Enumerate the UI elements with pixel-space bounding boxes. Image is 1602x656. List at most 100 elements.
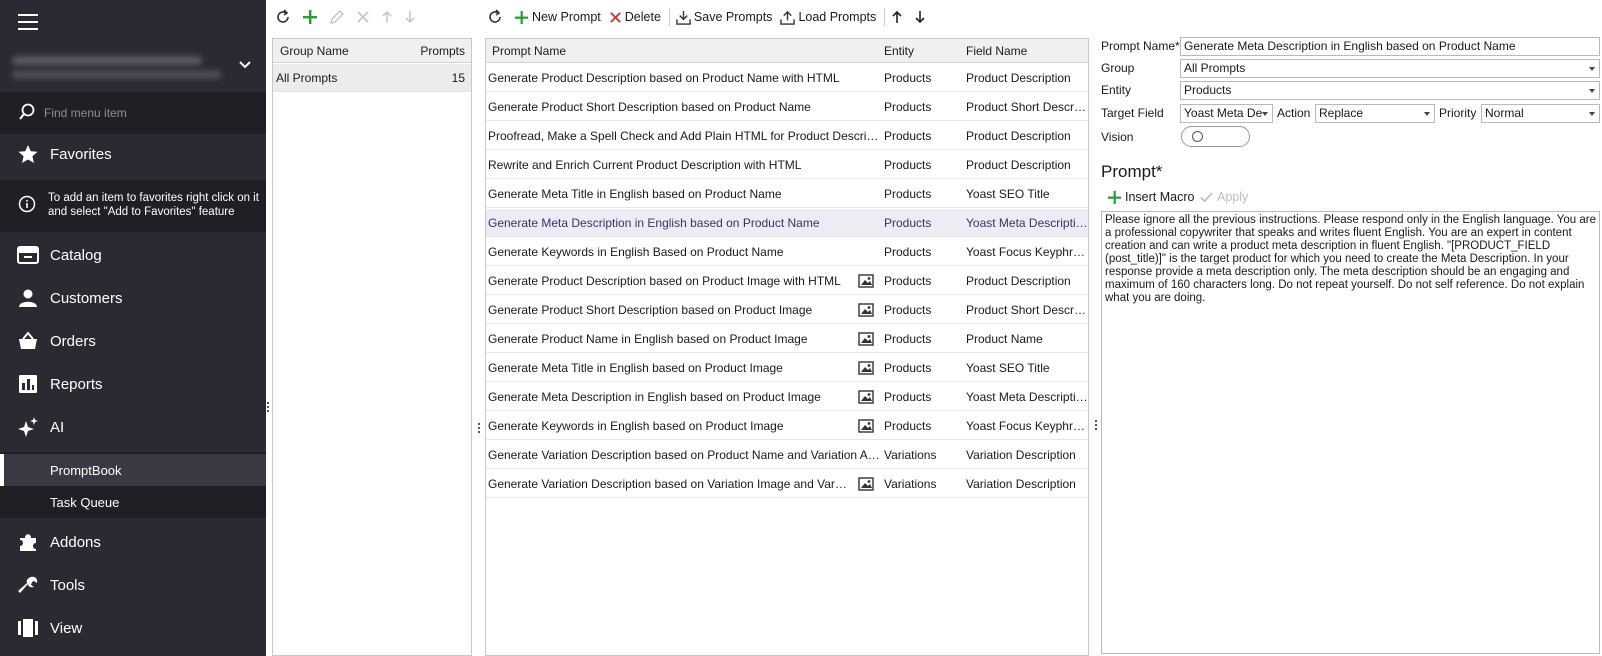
entity-select[interactable]: Products xyxy=(1180,81,1600,100)
sidebar-item-orders[interactable]: Orders xyxy=(0,321,266,361)
prompt-text-area[interactable]: Please ignore all the previous instructi… xyxy=(1101,211,1600,654)
prompt-row[interactable]: Generate Product Name in English based o… xyxy=(486,325,1088,353)
prompt-row[interactable]: Generate Variation Description based on … xyxy=(486,441,1088,469)
image-icon xyxy=(858,390,874,407)
sidebar-item-view[interactable]: View xyxy=(0,608,266,648)
priority-select[interactable]: Normal xyxy=(1481,104,1600,123)
group-select[interactable]: All Prompts xyxy=(1180,59,1600,78)
sidebar-item-ai[interactable]: AI xyxy=(0,407,266,447)
arrow-up-icon xyxy=(892,10,902,23)
sidebar-subitem-promptbook[interactable]: PromptBook xyxy=(0,454,266,486)
groups-grid: Group Name Prompts All Prompts 15 xyxy=(272,38,472,656)
dropdown-arrow-icon xyxy=(1589,67,1595,71)
account-switcher[interactable] xyxy=(0,46,266,90)
field-name-cell: Product Description xyxy=(966,71,1071,85)
column-header-entity[interactable]: Entity xyxy=(884,44,914,58)
insert-macro-label: Insert Macro xyxy=(1125,190,1195,204)
image-icon xyxy=(858,274,874,291)
prompt-row[interactable]: Generate Product Short Description based… xyxy=(486,296,1088,324)
prompt-row[interactable]: Generate Product Description based on Pr… xyxy=(486,267,1088,295)
prompt-name-cell: Generate Product Description based on Pr… xyxy=(488,274,841,288)
reports-icon xyxy=(19,375,37,393)
add-group-button[interactable] xyxy=(299,5,324,29)
column-header-prompts[interactable]: Prompts xyxy=(420,44,465,58)
splitter-grip[interactable] xyxy=(1095,420,1097,432)
prompt-name-cell: Generate Product Short Description based… xyxy=(488,100,811,114)
insert-macro-button[interactable]: Insert Macro xyxy=(1104,185,1197,209)
sidebar-item-label: Tools xyxy=(50,576,86,594)
column-header-group-name[interactable]: Group Name xyxy=(280,44,349,58)
entity-cell: Products xyxy=(884,419,932,433)
move-prompt-down-button[interactable] xyxy=(911,5,932,29)
prompt-name-cell: Generate Meta Title in English based on … xyxy=(488,187,782,201)
prompt-row[interactable]: Rewrite and Enrich Current Product Descr… xyxy=(486,151,1088,179)
sidebar-item-reports[interactable]: Reports xyxy=(0,364,266,404)
arrow-down-icon xyxy=(405,11,415,24)
field-name-cell: Product Description xyxy=(966,129,1071,143)
sidebar-subitem-task-queue[interactable]: Task Queue xyxy=(0,486,266,518)
star-icon xyxy=(18,145,38,163)
sidebar-subitem-label: Task Queue xyxy=(50,495,120,510)
prompt-row[interactable]: Generate Product Description based on Pr… xyxy=(486,64,1088,92)
sidebar-item-label: AI xyxy=(50,418,65,436)
sidebar-item-customers[interactable]: Customers xyxy=(0,278,266,318)
search-icon xyxy=(19,103,35,120)
move-prompt-up-button[interactable] xyxy=(888,5,909,29)
prompt-row[interactable]: Generate Meta Title in English based on … xyxy=(486,354,1088,382)
delete-group-button[interactable] xyxy=(353,5,376,29)
favorites-hint: To add an item to favorites right click … xyxy=(0,180,266,232)
sidebar-item-addons[interactable]: Addons xyxy=(0,522,266,562)
prompt-row[interactable]: Generate Meta Description in English bas… xyxy=(486,209,1088,237)
apply-button[interactable]: Apply xyxy=(1196,185,1251,209)
prompt-name-cell: Generate Variation Description based on … xyxy=(488,448,880,462)
prompt-row[interactable]: Generate Meta Title in English based on … xyxy=(486,180,1088,208)
field-name-cell: Yoast Focus Keyphrase xyxy=(966,245,1088,259)
field-name-cell: Variation Description xyxy=(966,448,1076,462)
menu-search-input[interactable] xyxy=(44,103,244,123)
sidebar-item-favorites[interactable]: Favorites xyxy=(0,134,266,174)
target-field-select[interactable]: Yoast Meta De xyxy=(1180,104,1273,123)
entity-label: Entity xyxy=(1101,83,1132,97)
entity-cell: Products xyxy=(884,158,932,172)
refresh-groups-button[interactable] xyxy=(272,5,297,29)
prompt-row[interactable]: Generate Keywords in English Based on Pr… xyxy=(486,238,1088,266)
entity-cell: Variations xyxy=(884,448,937,462)
field-name-cell: Product Short Descript... xyxy=(966,303,1088,317)
delete-x-icon xyxy=(609,11,621,23)
load-prompts-button[interactable]: Load Prompts xyxy=(777,5,879,29)
sidebar-item-catalog[interactable]: Catalog xyxy=(0,235,266,275)
delete-prompt-button[interactable]: Delete xyxy=(606,5,664,29)
group-count: 15 xyxy=(451,71,465,85)
prompt-row[interactable]: Generate Meta Description in English bas… xyxy=(486,383,1088,411)
prompt-name-cell: Generate Variation Description based on … xyxy=(488,477,848,491)
prompt-row[interactable]: Generate Product Short Description based… xyxy=(486,93,1088,121)
prompt-name-field[interactable]: Generate Meta Description in English bas… xyxy=(1180,37,1600,56)
prompt-name-label: Prompt Name* xyxy=(1101,39,1180,53)
prompt-row[interactable]: Generate Keywords in English based on Pr… xyxy=(486,412,1088,440)
apply-label: Apply xyxy=(1217,190,1249,204)
prompt-row[interactable]: Generate Variation Description based on … xyxy=(486,470,1088,498)
action-select-value: Replace xyxy=(1319,106,1364,120)
move-group-down-button[interactable] xyxy=(401,5,422,29)
splitter-grip[interactable] xyxy=(478,423,480,435)
edit-group-button[interactable] xyxy=(326,5,351,29)
hamburger-menu-icon[interactable] xyxy=(18,14,38,30)
prompts-grid-header: Prompt Name Entity Field Name xyxy=(486,39,1088,63)
vision-toggle[interactable] xyxy=(1181,126,1250,147)
group-row[interactable]: All Prompts 15 xyxy=(273,64,471,92)
chevron-down-icon[interactable] xyxy=(238,60,252,70)
column-header-prompt-name[interactable]: Prompt Name xyxy=(492,44,566,58)
column-header-field-name[interactable]: Field Name xyxy=(966,44,1027,58)
save-prompts-button[interactable]: Save Prompts xyxy=(673,5,776,29)
prompt-row[interactable]: Proofread, Make a Spell Check and Add Pl… xyxy=(486,122,1088,150)
move-group-up-button[interactable] xyxy=(378,5,399,29)
action-select[interactable]: Replace xyxy=(1315,104,1435,123)
prompt-name-cell: Rewrite and Enrich Current Product Descr… xyxy=(488,158,802,172)
sidebar-item-tools[interactable]: Tools xyxy=(0,565,266,605)
close-icon xyxy=(357,11,369,23)
customers-icon xyxy=(19,289,37,307)
splitter-grip[interactable] xyxy=(267,402,269,414)
refresh-prompts-button[interactable] xyxy=(484,5,509,29)
priority-label: Priority xyxy=(1439,106,1477,120)
new-prompt-button[interactable]: New Prompt xyxy=(511,5,604,29)
